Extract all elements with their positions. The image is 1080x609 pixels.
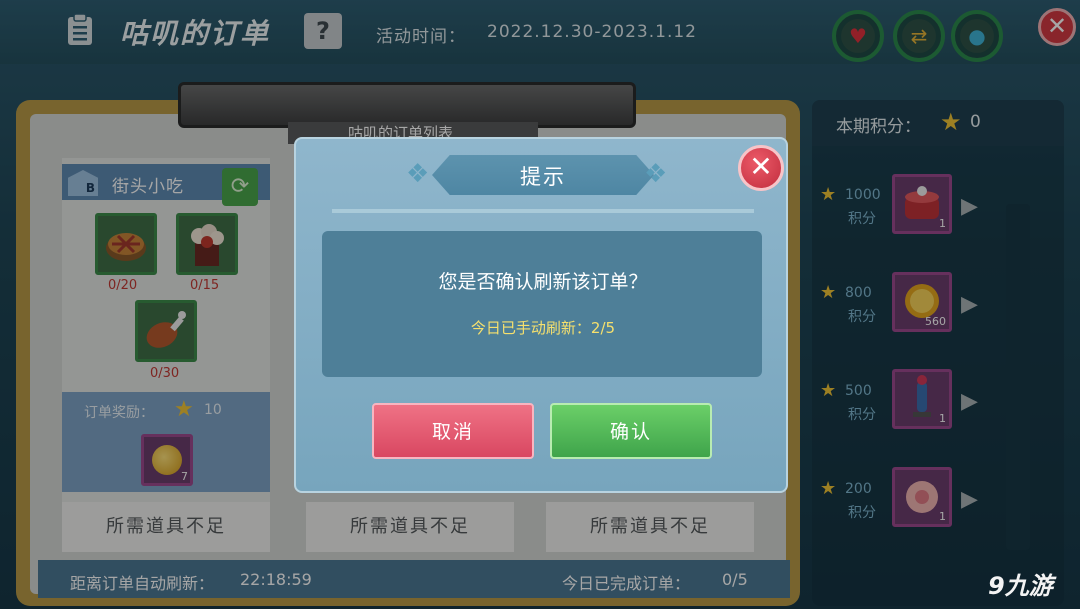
dialog-question: 您是否确认刷新该订单？ <box>438 271 648 293</box>
dialog-title: 提示 <box>520 165 566 189</box>
confirm-dialog: ❖ ❖ 提示 ✕ 您是否确认刷新该订单？ 今日已手动刷新：2/5 取消 确认 <box>294 137 788 493</box>
confirm-button[interactable]: 确认 <box>550 403 712 459</box>
cancel-button[interactable]: 取消 <box>372 403 534 459</box>
dialog-body <box>322 231 762 377</box>
divider <box>332 209 754 213</box>
close-icon[interactable]: ✕ <box>738 145 784 191</box>
watermark-logo: 9九游 <box>988 572 1053 600</box>
manual-refresh-count: 今日已手动刷新：2/5 <box>470 319 616 337</box>
